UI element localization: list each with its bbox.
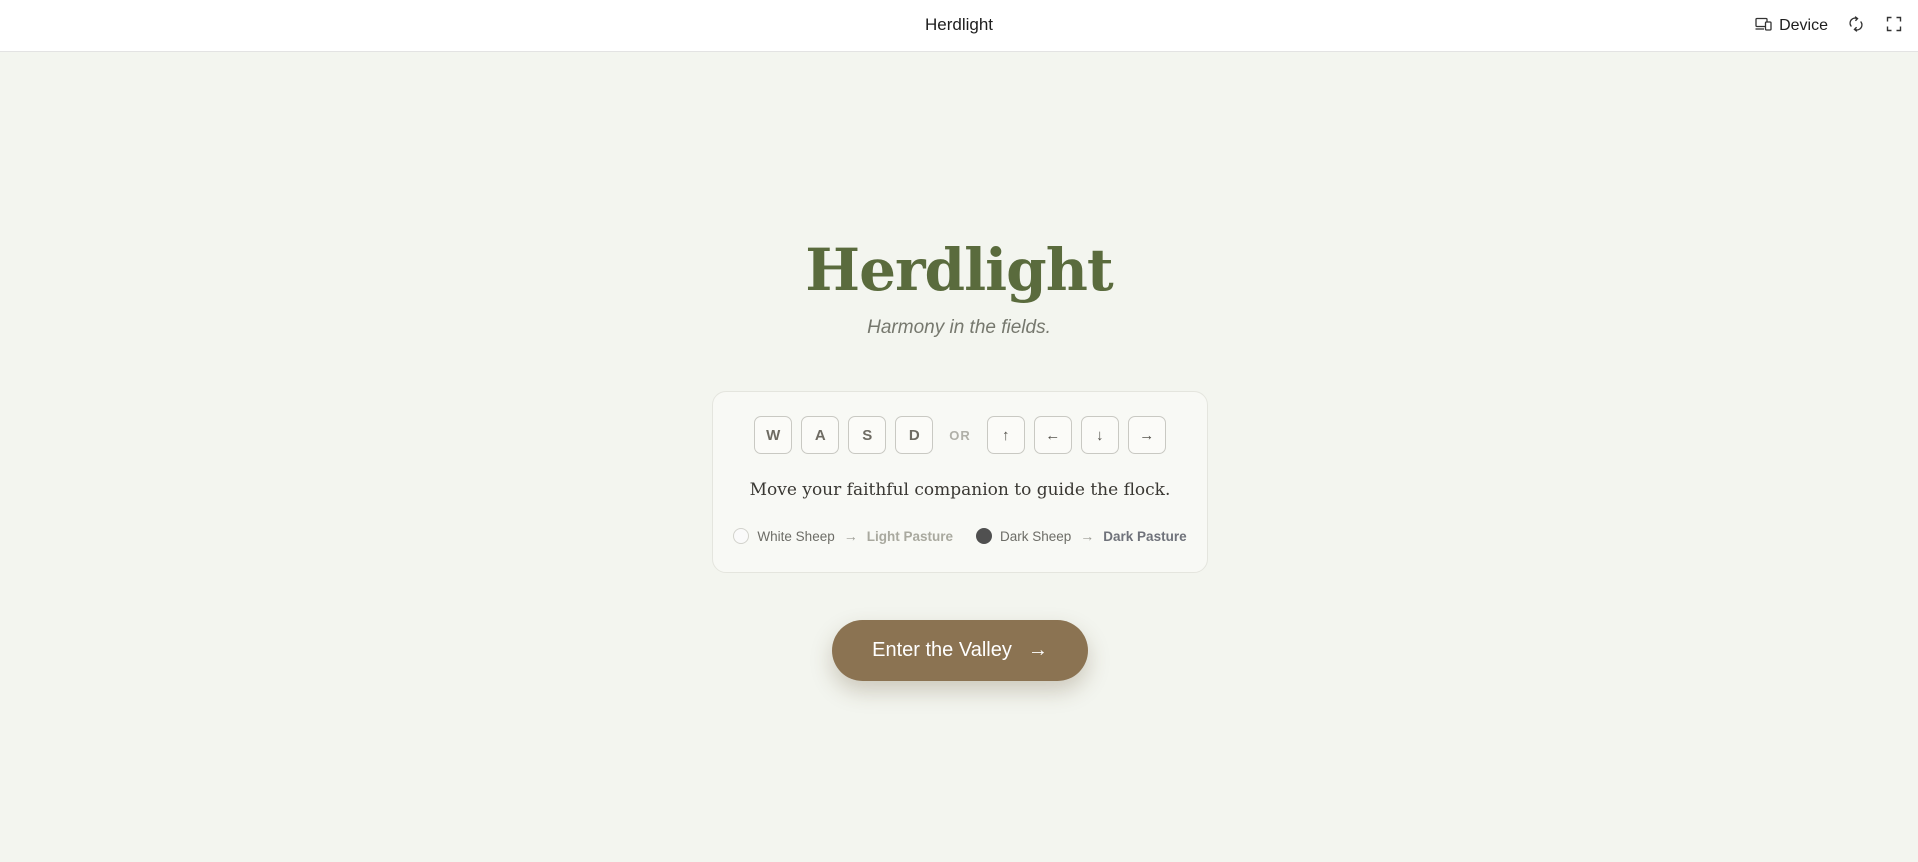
device-button[interactable]: Device bbox=[1755, 17, 1828, 36]
light-pasture-label: Light Pasture bbox=[866, 528, 953, 544]
key-s: S bbox=[848, 416, 887, 454]
game-subtitle: Harmony in the fields. bbox=[867, 317, 1051, 338]
legend-dark-sheep: Dark Sheep → Dark Pasture bbox=[975, 528, 1187, 544]
control-keys: W A S D OR ↑ ← ↓ → bbox=[713, 416, 1207, 454]
dark-sheep-icon bbox=[975, 528, 992, 544]
key-d: D bbox=[895, 416, 934, 454]
key-left: ← bbox=[1033, 416, 1072, 454]
arrow-right-icon: → bbox=[1027, 639, 1048, 661]
fullscreen-button[interactable] bbox=[1884, 16, 1904, 36]
arrow-right-icon: → bbox=[843, 528, 858, 544]
arrow-left-icon: ← bbox=[1045, 426, 1061, 444]
controls-card: W A S D OR ↑ ← ↓ → Move your faithful co… bbox=[712, 391, 1208, 573]
rotate-button[interactable] bbox=[1846, 15, 1866, 37]
white-sheep-label: White Sheep bbox=[757, 528, 835, 544]
key-down: ↓ bbox=[1080, 416, 1119, 454]
app-title: Herdlight bbox=[924, 15, 994, 34]
arrow-right-icon: → bbox=[1080, 528, 1095, 544]
white-sheep-icon bbox=[733, 528, 750, 544]
enter-valley-button[interactable]: Enter the Valley → bbox=[832, 620, 1088, 681]
top-bar: Herdlight Device bbox=[0, 0, 1918, 52]
fullscreen-icon bbox=[1886, 16, 1902, 37]
key-w: W bbox=[754, 416, 793, 454]
device-label: Device bbox=[1779, 17, 1828, 34]
arrow-right-icon: → bbox=[1139, 426, 1155, 444]
sheep-legend: White Sheep → Light Pasture Dark Sheep →… bbox=[713, 528, 1207, 544]
rotate-icon bbox=[1848, 15, 1864, 37]
enter-valley-label: Enter the Valley bbox=[872, 639, 1012, 661]
legend-white-sheep: White Sheep → Light Pasture bbox=[733, 528, 953, 544]
key-right: → bbox=[1127, 416, 1166, 454]
dark-sheep-label: Dark Sheep bbox=[999, 528, 1072, 544]
device-icon bbox=[1755, 17, 1772, 36]
instructions-text: Move your faithful companion to guide th… bbox=[749, 480, 1171, 500]
arrow-down-icon: ↓ bbox=[1096, 426, 1104, 444]
topbar-actions: Device bbox=[1755, 0, 1904, 52]
arrow-up-icon: ↑ bbox=[1002, 426, 1010, 444]
key-up: ↑ bbox=[986, 416, 1025, 454]
dark-pasture-label: Dark Pasture bbox=[1103, 528, 1187, 544]
or-separator: OR bbox=[949, 427, 971, 443]
key-a: A bbox=[801, 416, 840, 454]
game-title: Herdlight bbox=[805, 236, 1113, 304]
